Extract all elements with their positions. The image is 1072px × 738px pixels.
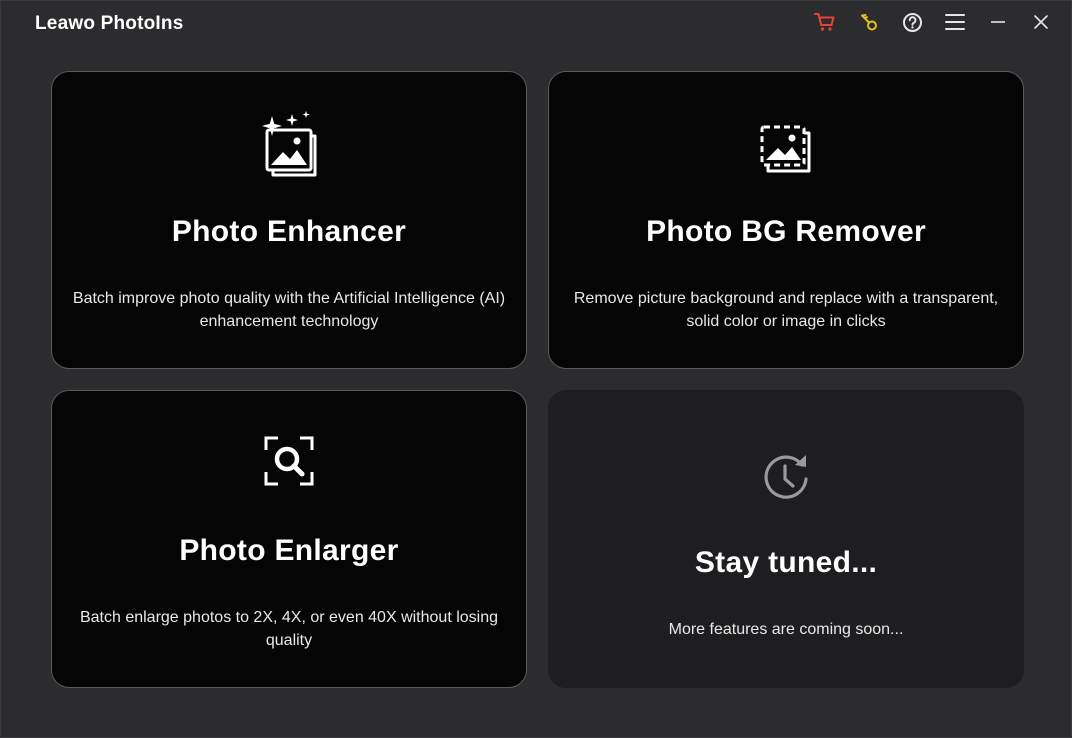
card-description-line: enhancement technology — [199, 313, 379, 330]
magnifier-frame-icon — [263, 435, 315, 492]
card-title: Stay tuned... — [694, 546, 878, 579]
app-title: Leawo PhotoIns — [35, 13, 184, 34]
card-title: Photo BG Remover — [646, 215, 926, 248]
card-description-line: quality — [265, 632, 313, 649]
key-icon[interactable] — [855, 9, 883, 35]
close-icon[interactable] — [1027, 9, 1055, 35]
dashed-photo-icon — [759, 124, 813, 179]
photo-bg-remover-card[interactable]: Photo BG Remover Remove picture backgrou… — [548, 71, 1024, 369]
card-title: Photo Enlarger — [179, 534, 399, 567]
card-title: Photo Enhancer — [171, 215, 407, 248]
card-description-line: Batch enlarge photos to 2X, 4X, or even … — [79, 609, 499, 626]
menu-icon[interactable] — [941, 9, 969, 35]
card-description-line: solid color or image in clicks — [686, 313, 886, 330]
photo-enlarger-card[interactable]: Photo Enlarger Batch enlarge photos to 2… — [51, 390, 527, 688]
app-window: Leawo PhotoIns Photo Enhancer Batch impr… — [0, 0, 1072, 738]
card-description: Batch enlarge photos to 2X, 4X, or even … — [52, 606, 526, 652]
card-description: More features are coming soon... — [668, 621, 904, 638]
card-description: Remove picture background and replace wi… — [549, 287, 1023, 333]
card-description-line: Batch improve photo quality with the Art… — [72, 290, 506, 307]
photo-enhancer-card[interactable]: Photo Enhancer Batch improve photo quali… — [51, 71, 527, 369]
clock-refresh-icon — [761, 451, 811, 508]
titlebar[interactable]: Leawo PhotoIns — [1, 1, 1071, 47]
card-description: Batch improve photo quality with the Art… — [52, 287, 526, 333]
coming-soon-card: Stay tuned... More features are coming s… — [548, 390, 1024, 688]
sparkle-photo-icon — [259, 110, 319, 183]
minimize-icon[interactable] — [984, 9, 1012, 35]
card-description-line: Remove picture background and replace wi… — [573, 290, 999, 307]
help-icon[interactable] — [898, 9, 926, 35]
cart-icon[interactable] — [811, 9, 839, 35]
